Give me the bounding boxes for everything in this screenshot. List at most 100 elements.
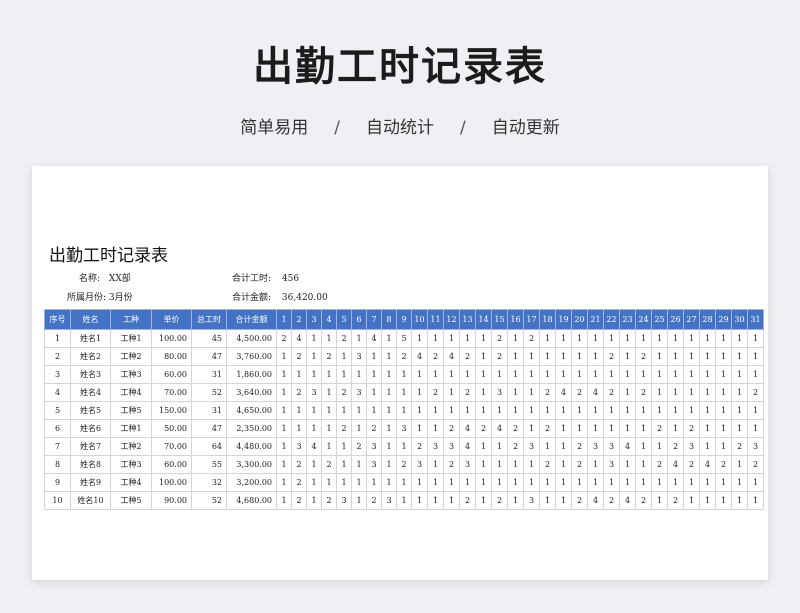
day-hours-cell[interactable]: 2 (571, 437, 588, 456)
day-hours-cell[interactable]: 3 (459, 455, 476, 474)
day-hours-cell[interactable]: 1 (276, 365, 292, 384)
unit-price-cell[interactable]: 70.00 (151, 383, 192, 402)
day-hours-cell[interactable]: 1 (459, 329, 476, 348)
day-hours-cell[interactable]: 1 (619, 455, 636, 474)
total-hours-cell[interactable]: 52 (191, 491, 227, 510)
day-hours-cell[interactable]: 1 (667, 473, 684, 492)
day-hours-cell[interactable]: 2 (396, 455, 412, 474)
total-hours-cell[interactable]: 31 (191, 365, 227, 384)
day-hours-cell[interactable]: 1 (539, 401, 556, 420)
day-hours-cell[interactable]: 3 (366, 455, 382, 474)
day-hours-cell[interactable]: 1 (321, 365, 337, 384)
day-hours-cell[interactable]: 1 (731, 365, 748, 384)
day-hours-cell[interactable]: 2 (635, 383, 652, 402)
day-hours-cell[interactable]: 1 (619, 347, 636, 366)
day-hours-cell[interactable]: 1 (635, 365, 652, 384)
column-header[interactable]: 24 (635, 309, 652, 330)
day-hours-cell[interactable]: 2 (443, 455, 460, 474)
day-hours-cell[interactable]: 1 (651, 473, 668, 492)
column-header[interactable]: 8 (381, 309, 397, 330)
work-type-cell[interactable]: 工种2 (110, 437, 152, 456)
total-amount-cell[interactable]: 3,640.00 (226, 383, 277, 402)
day-hours-cell[interactable]: 1 (366, 383, 382, 402)
day-hours-cell[interactable]: 1 (523, 455, 540, 474)
day-hours-cell[interactable]: 1 (539, 437, 556, 456)
column-header[interactable]: 31 (747, 309, 764, 330)
day-hours-cell[interactable]: 2 (291, 347, 307, 366)
day-hours-cell[interactable]: 1 (555, 437, 572, 456)
day-hours-cell[interactable]: 1 (491, 473, 508, 492)
day-hours-cell[interactable]: 1 (306, 347, 322, 366)
day-hours-cell[interactable]: 4 (667, 455, 684, 474)
day-hours-cell[interactable]: 1 (619, 401, 636, 420)
day-hours-cell[interactable]: 1 (747, 329, 764, 348)
day-hours-cell[interactable]: 2 (427, 347, 444, 366)
day-hours-cell[interactable]: 1 (699, 473, 716, 492)
day-hours-cell[interactable]: 3 (336, 491, 352, 510)
day-hours-cell[interactable]: 3 (523, 437, 540, 456)
unit-price-cell[interactable]: 150.00 (151, 401, 192, 420)
day-hours-cell[interactable]: 1 (427, 329, 444, 348)
day-hours-cell[interactable]: 2 (366, 419, 382, 438)
day-hours-cell[interactable]: 1 (539, 491, 556, 510)
day-hours-cell[interactable]: 1 (699, 419, 716, 438)
day-hours-cell[interactable]: 1 (715, 491, 732, 510)
day-hours-cell[interactable]: 2 (635, 347, 652, 366)
day-hours-cell[interactable]: 2 (396, 347, 412, 366)
day-hours-cell[interactable]: 1 (427, 473, 444, 492)
day-hours-cell[interactable]: 1 (571, 473, 588, 492)
day-hours-cell[interactable]: 1 (715, 473, 732, 492)
day-hours-cell[interactable]: 1 (667, 383, 684, 402)
day-hours-cell[interactable]: 1 (571, 329, 588, 348)
day-hours-cell[interactable]: 1 (699, 329, 716, 348)
day-hours-cell[interactable]: 3 (603, 437, 620, 456)
day-hours-cell[interactable]: 2 (321, 491, 337, 510)
day-hours-cell[interactable]: 1 (507, 329, 524, 348)
day-hours-cell[interactable]: 1 (619, 329, 636, 348)
day-hours-cell[interactable]: 3 (351, 347, 367, 366)
column-header[interactable]: 28 (699, 309, 716, 330)
row-number-cell[interactable]: 4 (44, 383, 71, 402)
day-hours-cell[interactable]: 1 (411, 365, 428, 384)
day-hours-cell[interactable]: 1 (475, 347, 492, 366)
day-hours-cell[interactable]: 3 (291, 437, 307, 456)
day-hours-cell[interactable]: 1 (683, 401, 700, 420)
day-hours-cell[interactable]: 3 (523, 491, 540, 510)
day-hours-cell[interactable]: 2 (491, 491, 508, 510)
column-header[interactable]: 工种 (110, 309, 152, 330)
day-hours-cell[interactable]: 2 (491, 347, 508, 366)
day-hours-cell[interactable]: 1 (306, 455, 322, 474)
day-hours-cell[interactable]: 1 (603, 401, 620, 420)
day-hours-cell[interactable]: 1 (571, 347, 588, 366)
day-hours-cell[interactable]: 1 (443, 491, 460, 510)
day-hours-cell[interactable]: 1 (699, 401, 716, 420)
day-hours-cell[interactable]: 2 (491, 329, 508, 348)
day-hours-cell[interactable]: 1 (491, 365, 508, 384)
column-header[interactable]: 13 (459, 309, 476, 330)
column-header[interactable]: 4 (321, 309, 337, 330)
unit-price-cell[interactable]: 90.00 (151, 491, 192, 510)
day-hours-cell[interactable]: 1 (321, 329, 337, 348)
column-header[interactable]: 12 (443, 309, 460, 330)
unit-price-cell[interactable]: 100.00 (151, 473, 192, 492)
day-hours-cell[interactable]: 1 (635, 419, 652, 438)
day-hours-cell[interactable]: 1 (366, 365, 382, 384)
column-header[interactable]: 29 (715, 309, 732, 330)
column-header[interactable]: 单价 (151, 309, 192, 330)
day-hours-cell[interactable]: 2 (635, 491, 652, 510)
row-number-cell[interactable]: 2 (44, 347, 71, 366)
total-hours-cell[interactable]: 31 (191, 401, 227, 420)
day-hours-cell[interactable]: 1 (683, 365, 700, 384)
work-type-cell[interactable]: 工种3 (110, 455, 152, 474)
name-cell[interactable]: 姓名1 (70, 329, 111, 348)
day-hours-cell[interactable]: 1 (381, 455, 397, 474)
total-hours-cell[interactable]: 32 (191, 473, 227, 492)
day-hours-cell[interactable]: 1 (587, 329, 604, 348)
name-cell[interactable]: 姓名4 (70, 383, 111, 402)
total-amount-cell[interactable]: 4,500.00 (226, 329, 277, 348)
day-hours-cell[interactable]: 2 (291, 473, 307, 492)
day-hours-cell[interactable]: 1 (651, 329, 668, 348)
work-type-cell[interactable]: 工种4 (110, 473, 152, 492)
day-hours-cell[interactable]: 2 (475, 419, 492, 438)
row-number-cell[interactable]: 3 (44, 365, 71, 384)
